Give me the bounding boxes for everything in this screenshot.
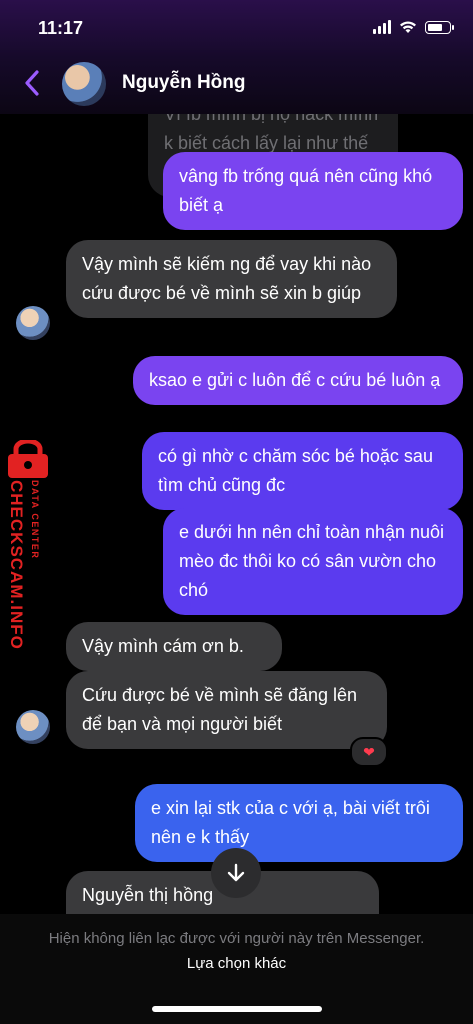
unavailable-footer: Hiện không liên lạc được với người này t… [0,914,473,1024]
heart-reaction-icon[interactable]: ❤ [350,737,388,767]
watermark-text: CHECKSCAM.INFO [7,480,26,650]
message-bubble-incoming[interactable]: Vậy mình sẽ kiếm ng để vay khi nào cứu đ… [66,240,397,318]
message-bubble-incoming[interactable]: Vậy mình cám ơn b. [66,622,282,671]
lock-icon [8,440,48,478]
message-bubble-outgoing[interactable]: e dưới hn nên chỉ toàn nhận nuôi mèo đc … [163,508,463,615]
battery-level [428,23,443,31]
arrow-down-icon [227,863,245,882]
watermark-subtext: DATA CENTER [30,480,40,560]
message-list[interactable]: Vì fb mình bị họ hack mình k biết cách l… [0,114,473,914]
conversation-header: Nguyễn Hồng [0,58,473,114]
footer-notice: Hiện không liên lạc được với người này t… [40,926,433,976]
chevron-left-icon[interactable] [18,68,48,98]
cellular-signal-icon [373,20,391,34]
sender-avatar [16,306,50,340]
home-indicator[interactable] [152,1006,322,1012]
contact-avatar[interactable] [62,62,106,106]
status-bar: 11:17 [0,0,473,58]
contact-name[interactable]: Nguyễn Hồng [122,72,246,94]
message-bubble-incoming[interactable]: Cứu được bé về mình sẽ đăng lên để bạn v… [66,671,387,749]
footer-notice-text: Hiện không liên lạc được với người này t… [48,930,425,947]
status-icons [373,20,454,34]
message-bubble-outgoing[interactable]: e xin lại stk của c với ạ, bài viết trôi… [135,784,463,862]
watermark: CHECKSCAM.INFO DATA CENTER [2,440,52,670]
message-bubble-outgoing[interactable]: có gì nhờ c chăm sóc bé hoặc sau tìm chủ… [142,432,463,510]
message-bubble-outgoing[interactable]: vâng fb trống quá nên cũng khó biết ạ [163,152,463,230]
other-options-link[interactable]: Lựa chọn khác [187,955,286,972]
scroll-to-bottom-button[interactable] [211,848,261,898]
message-bubble-outgoing[interactable]: ksao e gửi c luôn để c cứu bé luôn ạ [133,356,463,405]
status-time: 11:17 [38,18,84,38]
battery-icon [425,20,454,34]
wifi-icon [400,21,416,33]
sender-avatar [16,710,50,744]
